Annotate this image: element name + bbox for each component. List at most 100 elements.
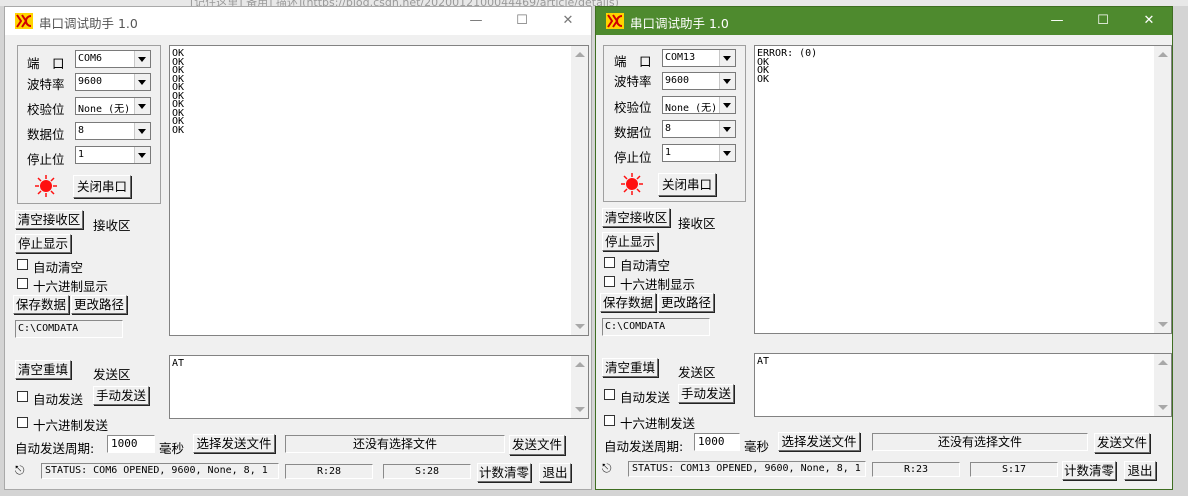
send-file-button[interactable]: 发送文件 [1094,433,1150,453]
auto-clear-checkbox[interactable] [604,257,615,268]
stop-display-button[interactable]: 停止显示 [602,232,658,251]
vertical-scrollbar[interactable] [571,46,588,335]
parity-label: 校验位 [614,100,652,115]
save-data-button[interactable]: 保存数据 [13,295,69,314]
scroll-up-icon[interactable] [1158,52,1168,57]
period-input[interactable]: 1000 [107,435,155,453]
title-bar[interactable]: 串口调试助手 1.0 — ☐ ✕ [5,7,591,35]
chevron-down-icon[interactable] [134,98,150,114]
exit-button[interactable]: 退出 [1124,461,1156,480]
save-data-button[interactable]: 保存数据 [600,293,656,312]
scroll-up-icon[interactable] [1158,360,1168,365]
choose-file-button[interactable]: 选择发送文件 [193,434,275,453]
clear-receive-button[interactable]: 清空接收区 [602,208,670,227]
databits-select[interactable]: 8 [75,122,151,140]
pin-icon[interactable]: ⎋ [602,461,612,476]
scroll-up-icon[interactable] [575,52,585,57]
receive-area-label: 接收区 [93,218,131,233]
databits-select[interactable]: 8 [662,120,736,138]
hex-display-checkbox[interactable] [17,278,28,289]
maximize-button[interactable]: ☐ [499,7,545,35]
send-text: AT [757,356,770,367]
path-field[interactable]: C:\COMDATA [15,320,123,338]
port-label: 端 口 [614,54,652,69]
toggle-port-button[interactable]: 关闭串口 [658,173,716,196]
auto-clear-label: 自动清空 [33,260,84,275]
minimize-button[interactable]: — [1034,7,1080,35]
scroll-down-icon[interactable] [575,407,585,412]
scroll-down-icon[interactable] [1158,322,1168,327]
baud-label: 波特率 [27,77,65,92]
chevron-down-icon[interactable] [719,50,735,66]
port-select[interactable]: COM6 [75,50,151,68]
auto-send-checkbox[interactable] [604,389,615,400]
parity-select[interactable]: None (无) [75,97,151,115]
stopbits-select[interactable]: 1 [662,144,736,162]
send-textarea[interactable]: AT [754,353,1172,417]
status-text: STATUS: COM13 OPENED, 9600, None, 8, 1 [628,461,866,477]
clear-resend-button[interactable]: 清空重填 [15,360,71,379]
status-text: STATUS: COM6 OPENED, 9600, None, 8, 1 [41,463,279,479]
hex-display-label: 十六进制显示 [620,277,696,292]
auto-clear-label: 自动清空 [620,258,671,273]
vertical-scrollbar[interactable] [1154,354,1171,416]
baud-select[interactable]: 9600 [662,72,736,90]
led-indicator-icon [621,173,643,195]
choose-file-button[interactable]: 选择发送文件 [778,432,860,451]
chevron-down-icon[interactable] [134,51,150,67]
hex-display-checkbox[interactable] [604,276,615,287]
close-icon: ✕ [562,13,574,28]
scroll-up-icon[interactable] [575,362,585,367]
hex-send-checkbox[interactable] [17,417,28,428]
manual-send-button[interactable]: 手动发送 [93,386,149,405]
close-button[interactable]: ✕ [1126,7,1172,35]
chevron-down-icon[interactable] [134,147,150,163]
rx-count: R:28 [285,464,373,479]
minimize-button[interactable]: — [453,7,499,35]
port-select[interactable]: COM13 [662,49,736,67]
receive-textarea[interactable]: OK OK OK OK OK OK OK OK OK OK [169,45,589,336]
chevron-down-icon[interactable] [134,123,150,139]
clear-receive-button[interactable]: 清空接收区 [15,210,83,229]
stop-display-button[interactable]: 停止显示 [15,234,71,253]
vertical-scrollbar[interactable] [571,356,588,418]
tx-count: S:28 [383,464,471,479]
chevron-down-icon[interactable] [719,73,735,89]
change-path-button[interactable]: 更改路径 [658,293,714,312]
close-button[interactable]: ✕ [545,7,591,35]
vertical-scrollbar[interactable] [1154,46,1171,333]
maximize-button[interactable]: ☐ [1080,7,1126,35]
chevron-down-icon[interactable] [719,97,735,113]
send-textarea[interactable]: AT [169,355,589,419]
period-input[interactable]: 1000 [694,433,740,451]
toggle-port-button[interactable]: 关闭串口 [73,175,131,198]
hex-send-label: 十六进制发送 [33,418,109,433]
scroll-down-icon[interactable] [575,324,585,329]
app-logo-icon [606,13,624,29]
manual-send-button[interactable]: 手动发送 [678,384,734,403]
chevron-down-icon[interactable] [719,145,735,161]
title-bar[interactable]: 串口调试助手 1.0 — ☐ ✕ [596,7,1172,35]
path-field[interactable]: C:\COMDATA [602,318,710,336]
receive-area-label: 接收区 [678,216,716,231]
auto-send-checkbox[interactable] [17,391,28,402]
clear-resend-button[interactable]: 清空重填 [602,358,658,377]
receive-textarea[interactable]: ERROR: (0) OK OK OK [754,45,1172,334]
stopbits-select[interactable]: 1 [75,146,151,164]
ms-label: 毫秒 [159,441,185,456]
baud-label: 波特率 [614,74,652,89]
parity-select[interactable]: None (无) [662,96,736,114]
hex-send-checkbox[interactable] [604,415,615,426]
pin-icon[interactable]: ⎋ [15,463,25,478]
chevron-down-icon[interactable] [719,121,735,137]
exit-button[interactable]: 退出 [539,463,571,482]
reset-count-button[interactable]: 计数清零 [1062,461,1116,480]
chevron-down-icon[interactable] [134,74,150,90]
minimize-icon: — [1050,13,1064,28]
auto-clear-checkbox[interactable] [17,259,28,270]
send-file-button[interactable]: 发送文件 [509,435,565,455]
change-path-button[interactable]: 更改路径 [71,295,127,314]
reset-count-button[interactable]: 计数清零 [477,463,531,482]
baud-select[interactable]: 9600 [75,73,151,91]
scroll-down-icon[interactable] [1158,405,1168,410]
